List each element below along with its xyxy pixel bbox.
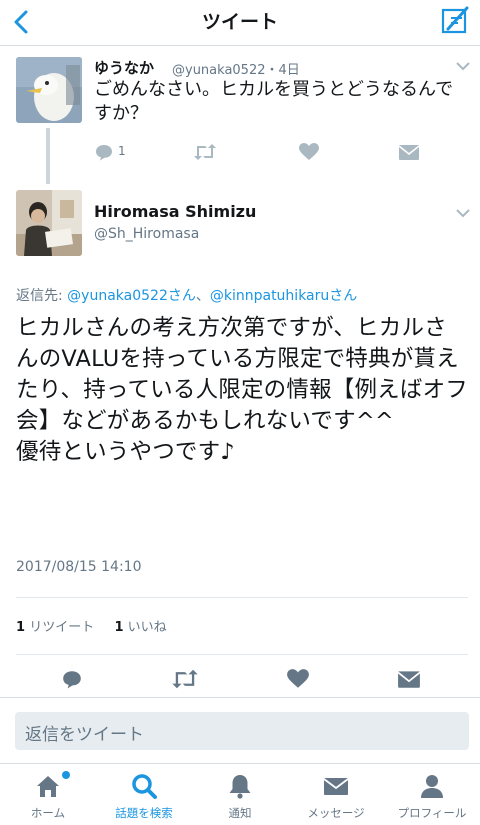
- tab-label: 話題を検索: [115, 806, 173, 820]
- avatar[interactable]: [16, 190, 82, 256]
- tweet-actions: 1: [94, 140, 434, 166]
- tab-explore[interactable]: 話題を検索: [96, 764, 192, 825]
- reply-placeholder: 返信をツイート: [25, 725, 144, 745]
- tab-label: ホーム: [30, 806, 66, 820]
- tab-label: プロフィール: [397, 806, 467, 820]
- mention-link[interactable]: @kinnpatuhikaruさん: [210, 288, 357, 304]
- divider: [16, 597, 468, 598]
- reply-count: 1: [118, 144, 126, 158]
- reply-input[interactable]: 返信をツイート: [15, 712, 469, 750]
- retweet-label[interactable]: リツイート: [29, 620, 94, 635]
- search-icon: [132, 774, 157, 799]
- author-name[interactable]: Hiromasa Shimizu: [94, 202, 256, 221]
- envelope-icon: [323, 778, 349, 795]
- tab-home[interactable]: ホーム: [0, 764, 96, 825]
- mention-link[interactable]: @yunaka0522さん: [67, 288, 196, 304]
- direct-message-icon[interactable]: [398, 140, 420, 164]
- tab-notifications[interactable]: 通知: [192, 764, 288, 825]
- reply-composer: 返信をツイート: [0, 697, 480, 763]
- author-handle: @Sh_Hiromasa: [94, 226, 200, 242]
- like-heart-icon[interactable]: [286, 667, 310, 691]
- like-heart-icon[interactable]: [298, 140, 320, 164]
- tweet-actions: [0, 667, 480, 695]
- tweet-timestamp: 2017/08/15 14:10: [16, 559, 142, 575]
- compose-tweet-icon[interactable]: [438, 4, 472, 38]
- retweet-icon[interactable]: [192, 140, 218, 164]
- tweet-text: ごめんなさい。ヒカルを買うとどうなるんですか？: [94, 79, 454, 124]
- tab-label: メッセージ: [307, 806, 365, 820]
- retweet-icon[interactable]: [170, 667, 200, 691]
- chevron-down-icon[interactable]: [455, 61, 471, 71]
- retweet-count[interactable]: 1: [16, 620, 25, 635]
- top-nav-bar: ツイート: [0, 0, 480, 46]
- reply-separator: 、: [195, 288, 210, 304]
- tab-label: 通知: [228, 806, 252, 820]
- author-handle: @yunaka0522・4日: [172, 63, 300, 78]
- page-title: ツイート: [201, 11, 278, 33]
- thread-connector: [46, 128, 50, 184]
- chevron-down-icon[interactable]: [455, 208, 471, 218]
- bell-icon: [229, 775, 251, 799]
- tweet-text: ヒカルさんの考え方次第ですが、ヒカルさんのVALUを持っている方限定で特典が貰え…: [16, 315, 468, 465]
- engagement-stats: 1 リツイート 1 いいね: [16, 616, 167, 635]
- author-name[interactable]: ゆうなか: [94, 57, 154, 78]
- reply-context: 返信先: @yunaka0522さん、@kinnpatuhikaruさん: [16, 285, 357, 305]
- tab-profile[interactable]: プロフィール: [384, 764, 480, 825]
- divider: [16, 654, 468, 655]
- reply-icon[interactable]: [94, 140, 114, 164]
- home-icon: [37, 776, 59, 797]
- reply-prefix: 返信先:: [16, 288, 68, 304]
- like-label[interactable]: いいね: [128, 620, 167, 635]
- person-icon: [421, 775, 443, 798]
- notification-dot: [62, 771, 70, 779]
- tab-messages[interactable]: メッセージ: [288, 764, 384, 825]
- reply-icon[interactable]: [61, 667, 83, 691]
- bottom-tab-bar: ホーム 話題を検索 通知 メッセージ プロフィール: [0, 763, 480, 825]
- avatar[interactable]: [16, 57, 82, 123]
- like-count[interactable]: 1: [114, 620, 123, 635]
- direct-message-icon[interactable]: [397, 667, 421, 691]
